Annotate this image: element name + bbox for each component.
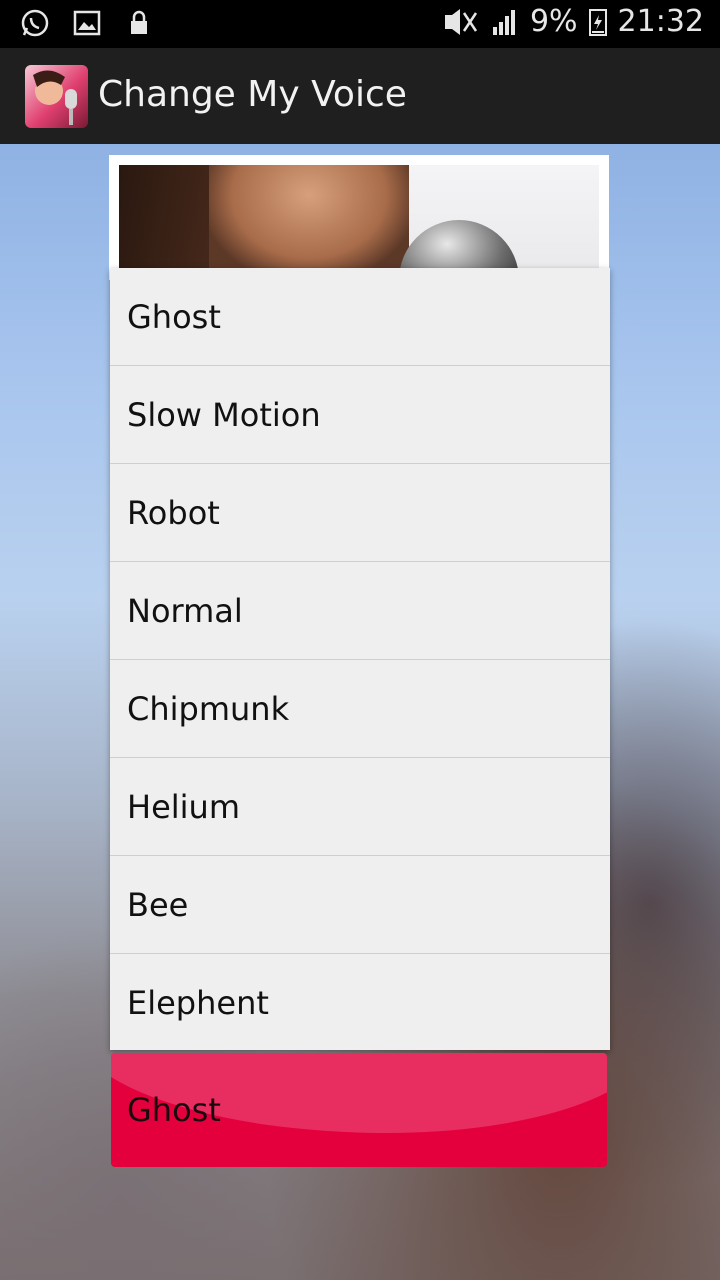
dropdown-item-ghost[interactable]: Ghost: [110, 268, 610, 366]
signal-icon: [492, 9, 515, 35]
clock: 21:32: [617, 4, 704, 39]
dropdown-item-chipmunk[interactable]: Chipmunk: [110, 660, 610, 758]
battery-percent: 9%: [529, 4, 578, 39]
spinner-selected-label: Ghost: [127, 1091, 221, 1129]
dropdown-item-robot[interactable]: Robot: [110, 464, 610, 562]
action-bar: Change My Voice: [0, 48, 720, 144]
dropdown-item-slow-motion[interactable]: Slow Motion: [110, 366, 610, 464]
gallery-icon: [73, 10, 101, 36]
singer-banner-image: [109, 155, 609, 280]
dropdown-item-helium[interactable]: Helium: [110, 758, 610, 856]
singer-icon: [33, 70, 77, 125]
dropdown-item-elephent[interactable]: Elephent: [110, 954, 610, 1052]
voice-effect-dropdown: Ghost Slow Motion Robot Normal Chipmunk …: [110, 268, 610, 1050]
dropdown-item-normal[interactable]: Normal: [110, 562, 610, 660]
mute-icon: [444, 8, 477, 35]
dropdown-item-bee[interactable]: Bee: [110, 856, 610, 954]
lock-icon: [131, 10, 147, 34]
voice-effect-spinner[interactable]: Ghost: [111, 1053, 607, 1167]
battery-icon: [588, 8, 607, 36]
app-icon[interactable]: [25, 65, 88, 128]
whatsapp-icon: [21, 9, 49, 37]
app-title: Change My Voice: [98, 74, 407, 115]
status-bar: 9% 21:32: [0, 0, 720, 48]
